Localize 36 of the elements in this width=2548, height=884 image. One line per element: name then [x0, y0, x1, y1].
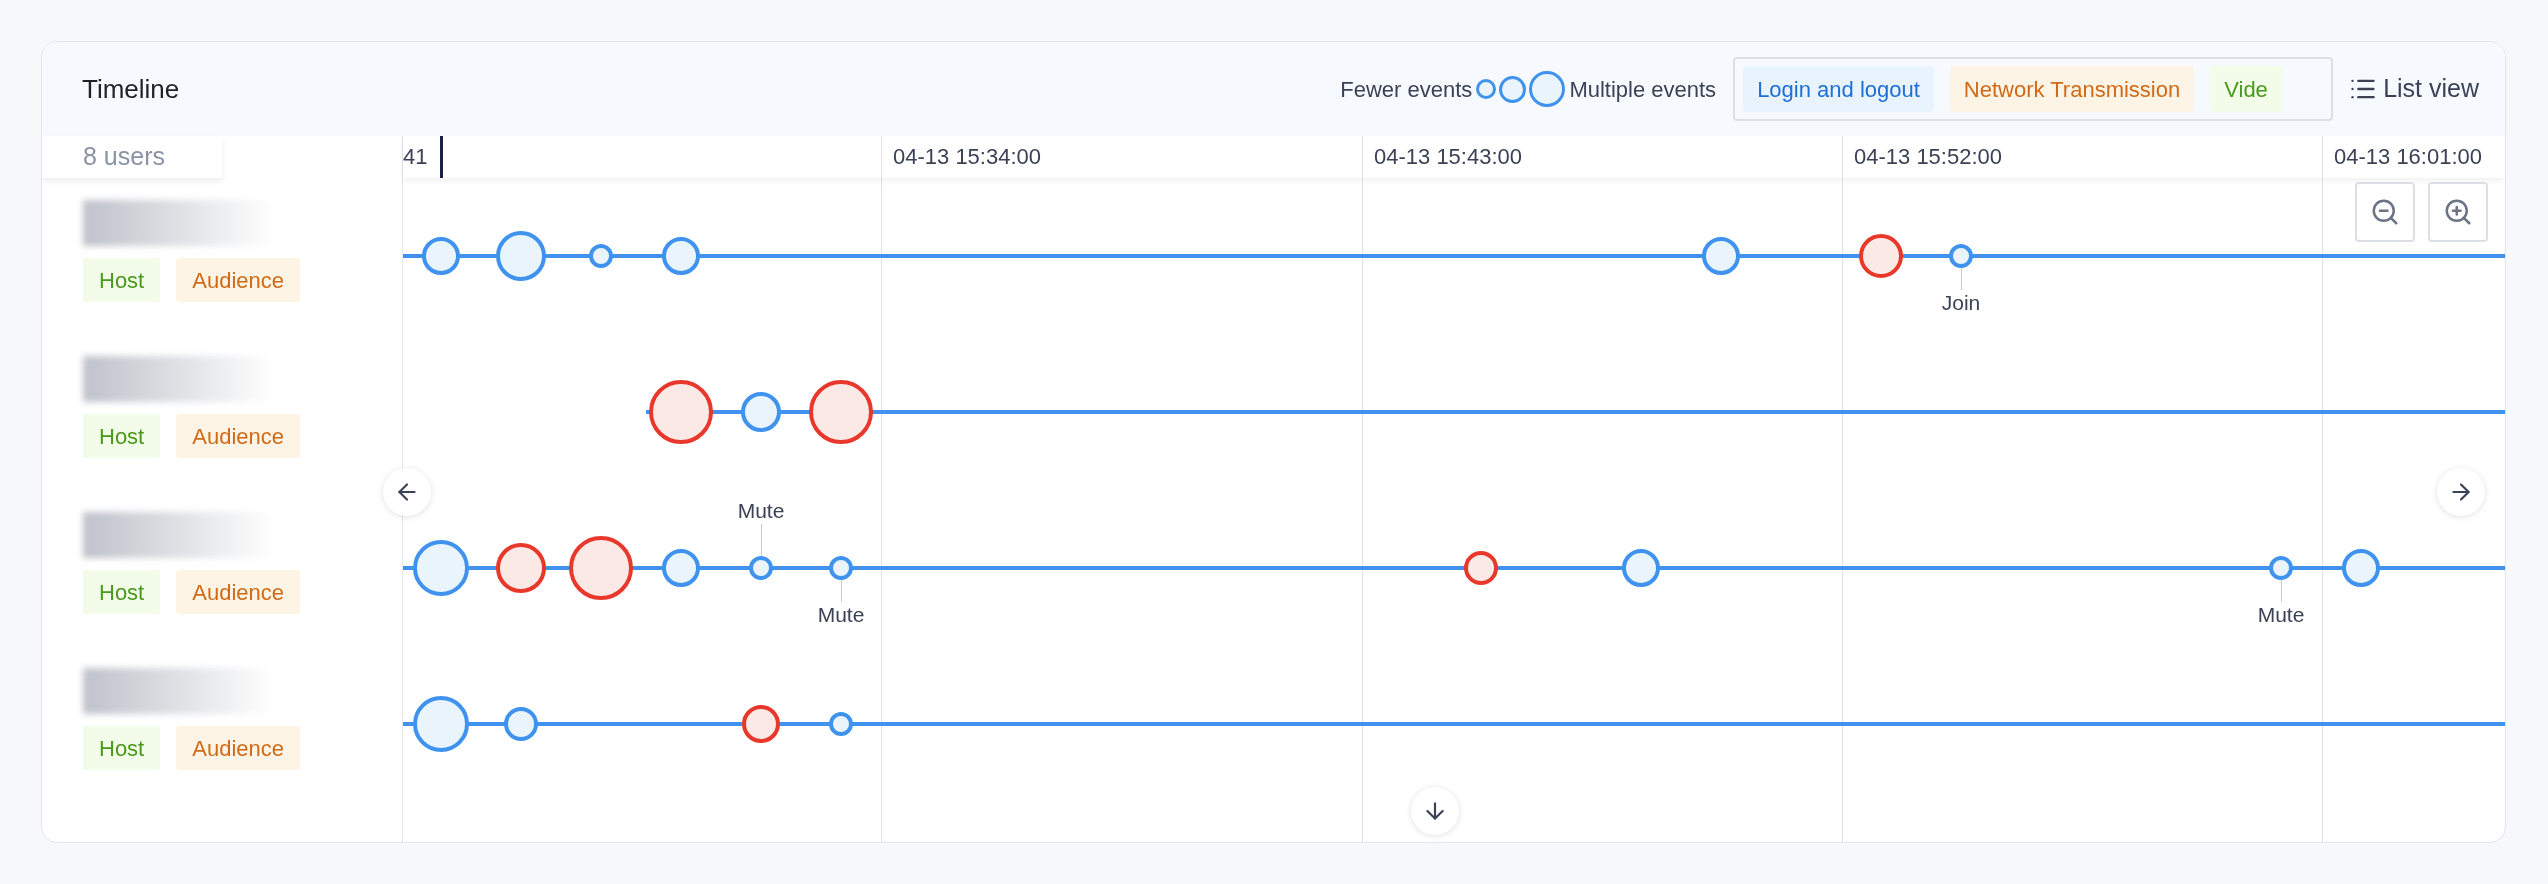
axis-label: 41 [403, 144, 428, 170]
legend-label: Fewer events [1340, 75, 1473, 104]
role-tag: Audience [176, 570, 300, 614]
event-label: Mute [737, 498, 785, 524]
axis-label: 04-13 15:52:00 [1854, 144, 2003, 170]
event-label: Join [1941, 290, 1981, 316]
scroll-down-button[interactable] [1411, 787, 1459, 835]
leader-line [1960, 268, 1962, 290]
role-tag: Audience [176, 414, 300, 458]
legend-label: Multiple events [1569, 75, 1717, 104]
role-tag: Audience [176, 726, 300, 770]
role-tag: Host [83, 570, 161, 614]
axis-label: 04-13 15:34:00 [893, 144, 1042, 170]
role-tag: Host [83, 414, 161, 458]
role-tag: Host [83, 726, 161, 770]
event-label: Mute [817, 602, 865, 628]
scroll-right-button[interactable] [2437, 468, 2485, 516]
list-view-button[interactable]: List view [2349, 70, 2479, 108]
category-tag[interactable]: Login and logout [1743, 66, 1934, 112]
scroll-left-button[interactable] [383, 468, 431, 516]
axis-label: 04-13 15:43:00 [1374, 144, 1523, 170]
role-tag: Audience [176, 258, 300, 302]
zoom-in-icon [2443, 197, 2473, 227]
category-tag[interactable]: Network Transmission [1949, 66, 2195, 112]
event-label: Mute [2257, 602, 2305, 628]
category-tag[interactable]: Vide [2210, 66, 2282, 112]
panel-title: Timeline [82, 72, 180, 106]
zoom-out-button[interactable] [2355, 182, 2415, 242]
leader-line [2280, 580, 2282, 602]
axis-label: 04-13 16:01:00 [2334, 144, 2483, 170]
zoom-out-icon [2370, 197, 2400, 227]
user-count: 8 users [83, 141, 165, 173]
leader-line [760, 524, 762, 556]
zoom-in-button[interactable] [2428, 182, 2488, 242]
leader-line [840, 580, 842, 602]
role-tag: Host [83, 258, 161, 302]
